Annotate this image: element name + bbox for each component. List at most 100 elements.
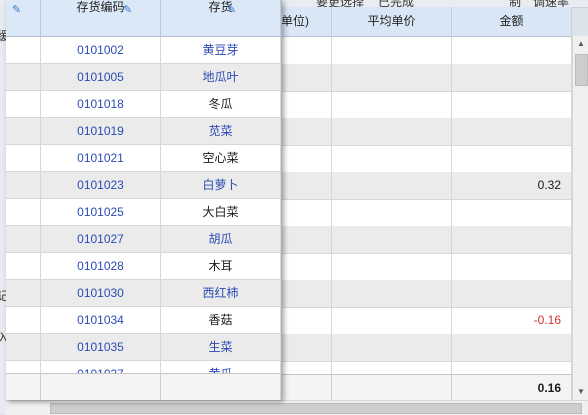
avg-price-cell[interactable] [332, 199, 452, 226]
unit-cell[interactable] [281, 226, 332, 253]
row-selector[interactable] [6, 307, 41, 334]
hscroll-thumb[interactable] [50, 403, 582, 414]
name-cell[interactable]: 苋菜 [161, 118, 281, 145]
unit-cell[interactable] [281, 91, 332, 118]
dropdown-row[interactable]: 0101019 苋菜 [6, 118, 281, 145]
dropdown-row[interactable]: 0101005 地瓜叶 [6, 64, 281, 91]
unit-cell[interactable] [281, 280, 332, 307]
avg-price-cell[interactable] [332, 118, 452, 145]
dropdown-row[interactable]: 0101027 胡瓜 [6, 226, 281, 253]
header-name[interactable]: 存货 ✎ [161, 0, 281, 36]
dropdown-row[interactable]: 0101028 木耳 [6, 253, 281, 280]
amount-cell[interactable]: -0.16 [452, 307, 572, 334]
amount-cell[interactable] [452, 145, 572, 172]
code-cell[interactable]: 0101002 [41, 37, 161, 64]
avg-price-cell[interactable] [332, 37, 452, 64]
unit-cell[interactable] [281, 334, 332, 361]
scroll-down-icon[interactable]: ▼ [573, 384, 588, 400]
amount-cell[interactable]: 0.32 [452, 172, 572, 199]
row-selector[interactable] [6, 118, 41, 145]
amount-cell[interactable] [452, 253, 572, 280]
dropdown-row[interactable]: 0101035 生菜 [6, 334, 281, 361]
header-avg-price[interactable]: 平均单价 [332, 7, 452, 36]
avg-price-cell[interactable] [332, 334, 452, 361]
code-cell[interactable]: 0101034 [41, 307, 161, 334]
row-selector[interactable] [6, 199, 41, 226]
code-cell[interactable]: 0101019 [41, 118, 161, 145]
vertical-scrollbar[interactable]: ▲ ▼ [572, 36, 588, 400]
unit-cell[interactable] [281, 145, 332, 172]
avg-price-cell[interactable] [332, 91, 452, 118]
row-selector[interactable] [6, 64, 41, 91]
unit-cell[interactable] [281, 172, 332, 199]
code-cell[interactable]: 0101018 [41, 91, 161, 118]
amount-cell[interactable] [452, 91, 572, 118]
avg-price-cell[interactable] [332, 172, 452, 199]
dropdown-row[interactable]: 0101018 冬瓜 [6, 91, 281, 118]
amount-cell[interactable] [452, 226, 572, 253]
name-cell[interactable]: 白萝卜 [161, 172, 281, 199]
header-code[interactable]: 存货编码 ✎ [41, 0, 161, 36]
unit-cell[interactable] [281, 307, 332, 334]
code-cell[interactable]: 0101028 [41, 253, 161, 280]
code-cell[interactable]: 0101005 [41, 64, 161, 91]
row-selector[interactable] [6, 334, 41, 361]
row-selector[interactable] [6, 145, 41, 172]
name-cell[interactable]: 香菇 [161, 307, 281, 334]
scroll-up-icon[interactable]: ▲ [573, 36, 588, 52]
amount-cell[interactable] [452, 280, 572, 307]
name-cell[interactable]: 地瓜叶 [161, 64, 281, 91]
amount-cell[interactable] [452, 199, 572, 226]
amount-cell[interactable] [452, 334, 572, 361]
code-cell[interactable]: 0101025 [41, 199, 161, 226]
avg-price-cell[interactable] [332, 64, 452, 91]
avg-price-cell[interactable] [332, 280, 452, 307]
row-selector[interactable] [6, 172, 41, 199]
name-cell[interactable]: 西红柿 [161, 280, 281, 307]
name-cell[interactable]: 木耳 [161, 253, 281, 280]
avg-price-cell[interactable] [332, 253, 452, 280]
unit-cell[interactable] [281, 253, 332, 280]
amount-cell[interactable] [452, 118, 572, 145]
dropdown-row[interactable]: 0101023 白萝卜 [6, 172, 281, 199]
header-select[interactable]: ✎ [6, 0, 41, 36]
amount-cell[interactable] [452, 64, 572, 91]
name-cell[interactable]: 胡瓜 [161, 226, 281, 253]
row-selector[interactable] [6, 280, 41, 307]
code-cell[interactable]: 0101035 [41, 334, 161, 361]
scroll-thumb[interactable] [575, 54, 588, 86]
avg-price-cell[interactable] [332, 307, 452, 334]
unit-cell[interactable] [281, 199, 332, 226]
row-selector[interactable] [6, 91, 41, 118]
name-cell[interactable]: 大白菜 [161, 199, 281, 226]
unit-cell[interactable] [281, 37, 332, 64]
code-cell[interactable]: 0101027 [41, 226, 161, 253]
dropdown-row[interactable]: 0101021 空心菜 [6, 145, 281, 172]
name-cell[interactable]: 黄豆芽 [161, 37, 281, 64]
pin-icon[interactable]: ✎ [123, 4, 135, 16]
code-cell[interactable]: 0101023 [41, 172, 161, 199]
row-selector[interactable] [6, 37, 41, 64]
horizontal-scrollbar[interactable] [6, 400, 588, 415]
header-unit[interactable]: 单位) [281, 7, 332, 36]
avg-price-cell[interactable] [332, 226, 452, 253]
dropdown-row[interactable]: 0101034 香菇 [6, 307, 281, 334]
header-name-label: 存货 [208, 0, 233, 14]
dropdown-row[interactable]: 0101025 大白菜 [6, 199, 281, 226]
row-selector[interactable] [6, 226, 41, 253]
code-cell[interactable]: 0101030 [41, 280, 161, 307]
row-selector[interactable] [6, 253, 41, 280]
amount-cell[interactable] [452, 37, 572, 64]
name-cell[interactable]: 生菜 [161, 334, 281, 361]
pin-icon[interactable]: ✎ [227, 4, 239, 16]
code-cell[interactable]: 0101021 [41, 145, 161, 172]
name-cell[interactable]: 空心菜 [161, 145, 281, 172]
unit-cell[interactable] [281, 64, 332, 91]
name-cell[interactable]: 冬瓜 [161, 91, 281, 118]
dropdown-row[interactable]: 0101030 西红柿 [6, 280, 281, 307]
pin-icon[interactable]: ✎ [12, 4, 24, 16]
unit-cell[interactable] [281, 118, 332, 145]
header-amount[interactable]: 金额 [452, 7, 572, 36]
dropdown-row[interactable]: 0101002 黄豆芽 [6, 37, 281, 64]
avg-price-cell[interactable] [332, 145, 452, 172]
